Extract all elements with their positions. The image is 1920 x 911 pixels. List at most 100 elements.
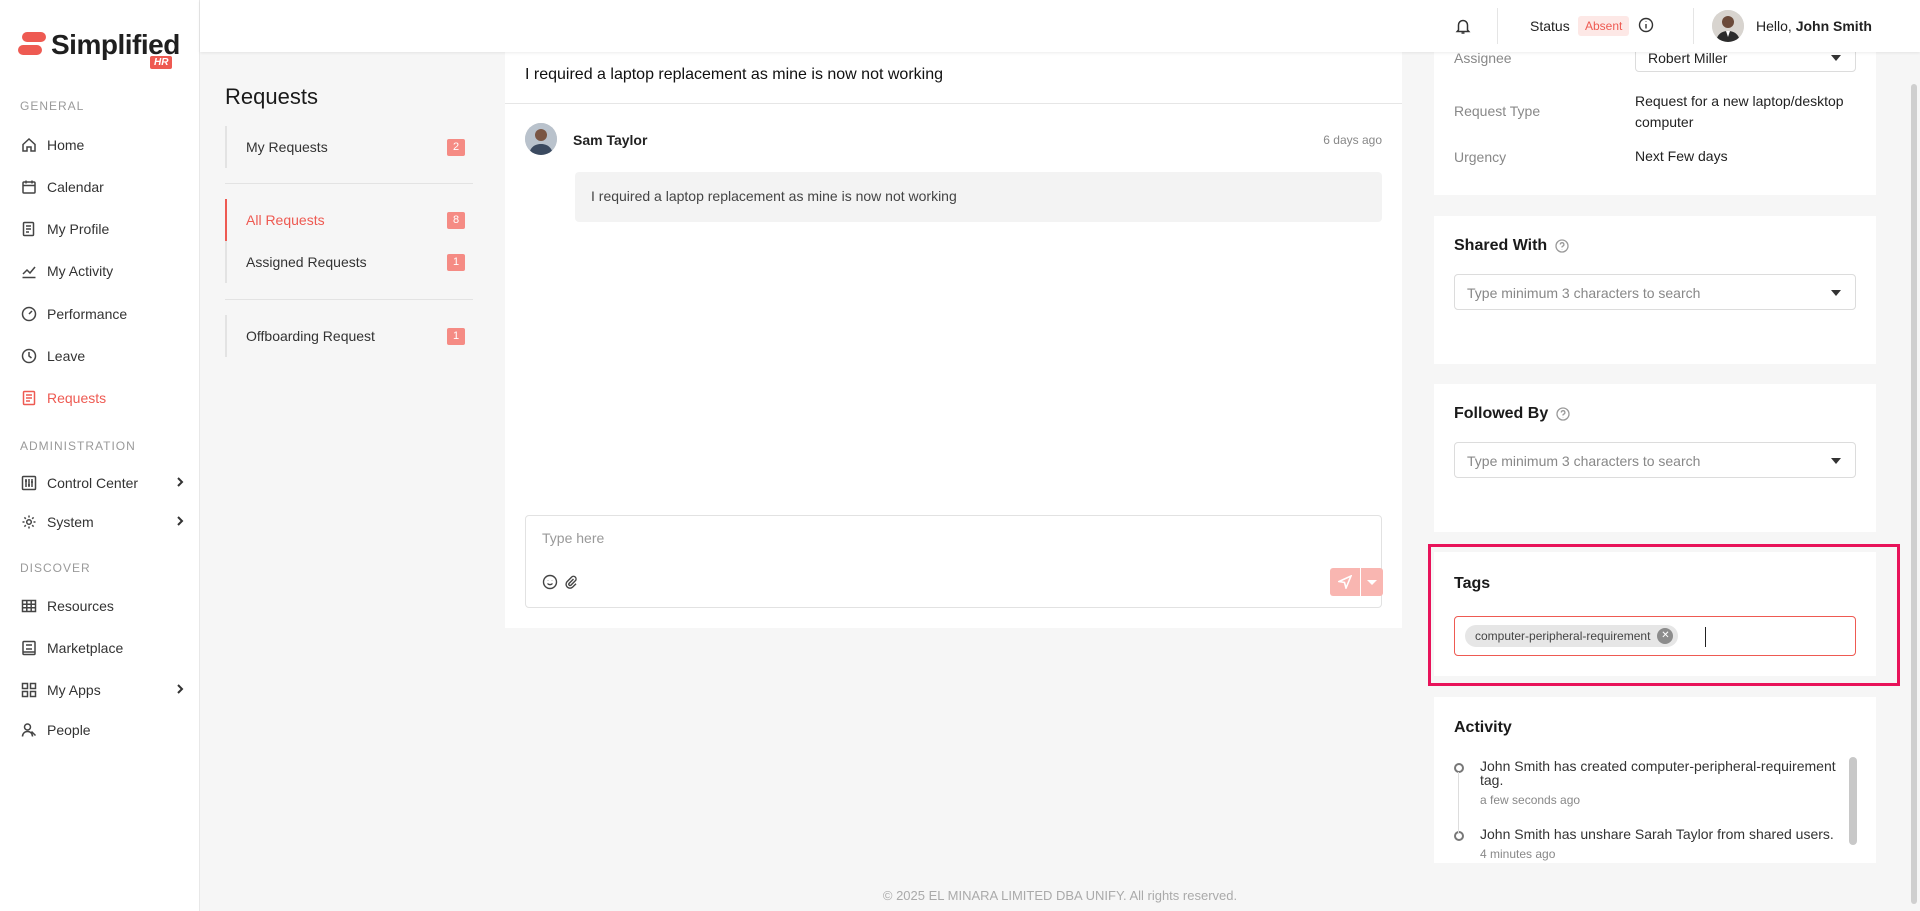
send-button[interactable] (1330, 568, 1360, 596)
logo-mark-icon (18, 32, 46, 60)
requests-nav-label: All Requests (246, 212, 325, 228)
activity-card: Activity John Smith has created computer… (1434, 697, 1876, 863)
sidebar-item-label: System (47, 514, 94, 530)
requests-nav-all-requests[interactable]: All Requests 8 (225, 199, 473, 241)
sidebar-item-my-apps[interactable]: My Apps (20, 675, 185, 705)
sidebar-item-my-profile[interactable]: My Profile (20, 214, 185, 244)
sidebar-item-home[interactable]: Home (20, 130, 185, 160)
conversation-panel: I required a laptop replacement as mine … (505, 52, 1402, 628)
requests-nav-assigned-requests[interactable]: Assigned Requests 1 (227, 241, 473, 283)
requests-nav-offboarding-request[interactable]: Offboarding Request 1 (227, 315, 473, 357)
conversation-divider (505, 103, 1402, 104)
nav-section-general: GENERAL (20, 99, 85, 113)
greeting-text: Hello, (1756, 18, 1792, 34)
requests-nav-group: Offboarding Request 1 (225, 315, 473, 357)
requests-nav-group: My Requests 2 (225, 126, 473, 168)
requests-nav-label: Assigned Requests (246, 254, 367, 270)
sidebar-item-system[interactable]: System (20, 507, 185, 537)
sidebar-item-people[interactable]: People (20, 715, 185, 745)
activity-text: John Smith has created computer-peripher… (1480, 758, 1836, 788)
sidebar-item-marketplace[interactable]: Marketplace (20, 633, 185, 663)
user-name: John Smith (1795, 18, 1872, 34)
requests-title: Requests (225, 84, 318, 109)
text-cursor (1705, 627, 1706, 647)
followed-by-select[interactable]: Type minimum 3 characters to search (1454, 442, 1856, 478)
caret-down-icon (1367, 579, 1377, 585)
sidebar-item-performance[interactable]: Performance (20, 299, 185, 329)
requests-nav-divider (225, 183, 473, 184)
attachment-icon[interactable] (563, 574, 579, 590)
followed-by-title-text: Followed By (1454, 405, 1549, 422)
message-time: 6 days ago (1323, 133, 1382, 147)
sidebar-item-label: My Apps (47, 682, 101, 698)
info-icon[interactable] (1638, 17, 1654, 33)
caret-down-icon (1831, 55, 1841, 61)
send-icon (1338, 575, 1352, 589)
sidebar-item-label: Calendar (47, 179, 104, 195)
sidebar-item-label: My Profile (47, 221, 110, 237)
marketplace-icon (20, 639, 38, 657)
sidebar-item-label: Control Center (47, 475, 139, 491)
remove-tag-icon[interactable]: ✕ (1657, 628, 1674, 644)
message-input[interactable] (542, 530, 1242, 546)
chevron-right-icon (175, 683, 185, 697)
status-label: Status (1530, 18, 1570, 34)
emoji-icon[interactable] (542, 574, 558, 590)
requests-count-badge: 8 (447, 212, 465, 229)
requests-count-badge: 2 (447, 139, 465, 156)
shared-with-card: Shared With Type minimum 3 characters to… (1434, 216, 1876, 364)
clock-icon (20, 347, 38, 365)
user-avatar[interactable] (1712, 10, 1744, 42)
message-bubble: I required a laptop replacement as mine … (575, 172, 1382, 222)
help-icon[interactable] (1555, 239, 1569, 253)
shared-with-select[interactable]: Type minimum 3 characters to search (1454, 274, 1856, 310)
nav-section-administration: ADMINISTRATION (20, 439, 136, 453)
timeline-line (1458, 772, 1459, 834)
urgency-value: Next Few days (1635, 148, 1728, 164)
sidebar-item-leave[interactable]: Leave (20, 341, 185, 371)
help-icon[interactable] (1556, 407, 1570, 421)
notifications-bell-icon[interactable] (1454, 17, 1472, 35)
request-type-label: Request Type (1454, 103, 1541, 119)
status-badge[interactable]: Absent (1578, 16, 1630, 36)
activity-scrollbar[interactable] (1849, 757, 1857, 845)
control-center-icon (20, 474, 38, 492)
sidebar-item-label: People (47, 722, 91, 738)
assignee-label: Assignee (1454, 50, 1512, 66)
tag-chip: computer-peripheral-requirement ✕ (1465, 625, 1679, 647)
tags-title: Tags (1454, 575, 1491, 592)
followed-by-placeholder: Type minimum 3 characters to search (1467, 453, 1701, 469)
gear-icon (20, 513, 38, 531)
sidebar-item-label: Home (47, 137, 85, 153)
shared-with-title: Shared With (1454, 237, 1569, 255)
home-icon (20, 136, 38, 154)
brand-sub: HR (150, 56, 173, 69)
sidebar-item-requests[interactable]: Requests (20, 383, 185, 413)
user-greeting[interactable]: Hello, John Smith (1756, 18, 1872, 34)
sidebar-item-label: Resources (47, 598, 114, 614)
caret-down-icon (1831, 458, 1841, 464)
message-author-avatar (525, 123, 557, 155)
shared-with-placeholder: Type minimum 3 characters to search (1467, 285, 1701, 301)
profile-icon (20, 220, 38, 238)
message-author: Sam Taylor (573, 132, 648, 148)
followed-by-title: Followed By (1454, 405, 1570, 423)
top-header: Status Absent Hello, John Smith (200, 0, 1920, 52)
requests-nav-label: My Requests (246, 139, 328, 155)
sidebar-item-control-center[interactable]: Control Center (20, 468, 185, 498)
activity-time: 4 minutes ago (1480, 847, 1556, 861)
sidebar-item-resources[interactable]: Resources (20, 591, 185, 621)
tags-input[interactable]: computer-peripheral-requirement ✕ (1454, 616, 1856, 656)
timeline-dot-icon (1454, 763, 1464, 773)
activity-icon (20, 262, 38, 280)
requests-nav-my-requests[interactable]: My Requests 2 (227, 126, 473, 168)
compose-box (525, 515, 1383, 608)
sidebar-item-my-activity[interactable]: My Activity (20, 256, 185, 286)
followed-by-card: Followed By Type minimum 3 characters to… (1434, 384, 1876, 532)
activity-time: a few seconds ago (1480, 793, 1581, 807)
page-scrollbar[interactable] (1911, 84, 1917, 904)
sidebar-item-calendar[interactable]: Calendar (20, 172, 185, 202)
send-options-button[interactable] (1361, 568, 1383, 596)
timeline-dot-icon (1454, 831, 1464, 841)
brand-logo[interactable]: Simplified HR (18, 28, 182, 72)
